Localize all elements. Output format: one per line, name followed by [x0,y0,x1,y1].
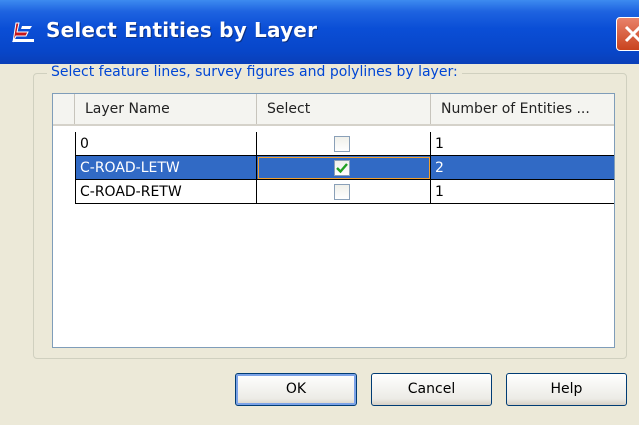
table-row[interactable]: C-ROAD-RETW 1 [53,180,614,204]
title-bar[interactable]: Select Entities by Layer [0,0,639,64]
help-button[interactable]: Help [506,373,627,406]
table-row[interactable]: C-ROAD-LETW 2 [53,156,614,180]
checkmark-icon [336,163,348,174]
window-title: Select Entities by Layer [46,18,318,42]
layer-name-cell[interactable]: C-ROAD-RETW [75,180,257,204]
select-cell[interactable] [257,156,431,180]
entity-count-cell: 2 [431,156,614,180]
layer-grid[interactable]: Layer Name Select Number of Entities ...… [52,93,615,348]
close-icon [624,25,639,43]
close-button[interactable] [616,17,639,51]
entity-count-cell: 1 [431,132,614,156]
cancel-button[interactable]: Cancel [371,373,492,406]
layer-name-cell[interactable]: 0 [75,132,257,156]
select-cell[interactable] [257,180,431,204]
select-cell[interactable] [257,132,431,156]
column-header-layer-name[interactable]: Layer Name [75,94,257,124]
autocad-app-icon [10,20,36,44]
ok-button[interactable]: OK [235,373,357,406]
table-row[interactable]: 0 1 [53,132,614,156]
row-header-corner [53,94,75,124]
entity-count-cell: 1 [431,180,614,204]
select-checkbox[interactable] [334,136,350,152]
groupbox-legend: Select feature lines, survey figures and… [47,64,462,80]
column-header-entity-count[interactable]: Number of Entities ... [431,94,614,124]
select-checkbox[interactable] [334,160,350,176]
layer-name-cell[interactable]: C-ROAD-LETW [75,156,257,180]
select-checkbox[interactable] [334,184,350,200]
column-header-select[interactable]: Select [257,94,431,124]
grid-header: Layer Name Select Number of Entities ... [53,94,614,126]
dialog-window: Select Entities by Layer Select feature … [0,0,639,425]
